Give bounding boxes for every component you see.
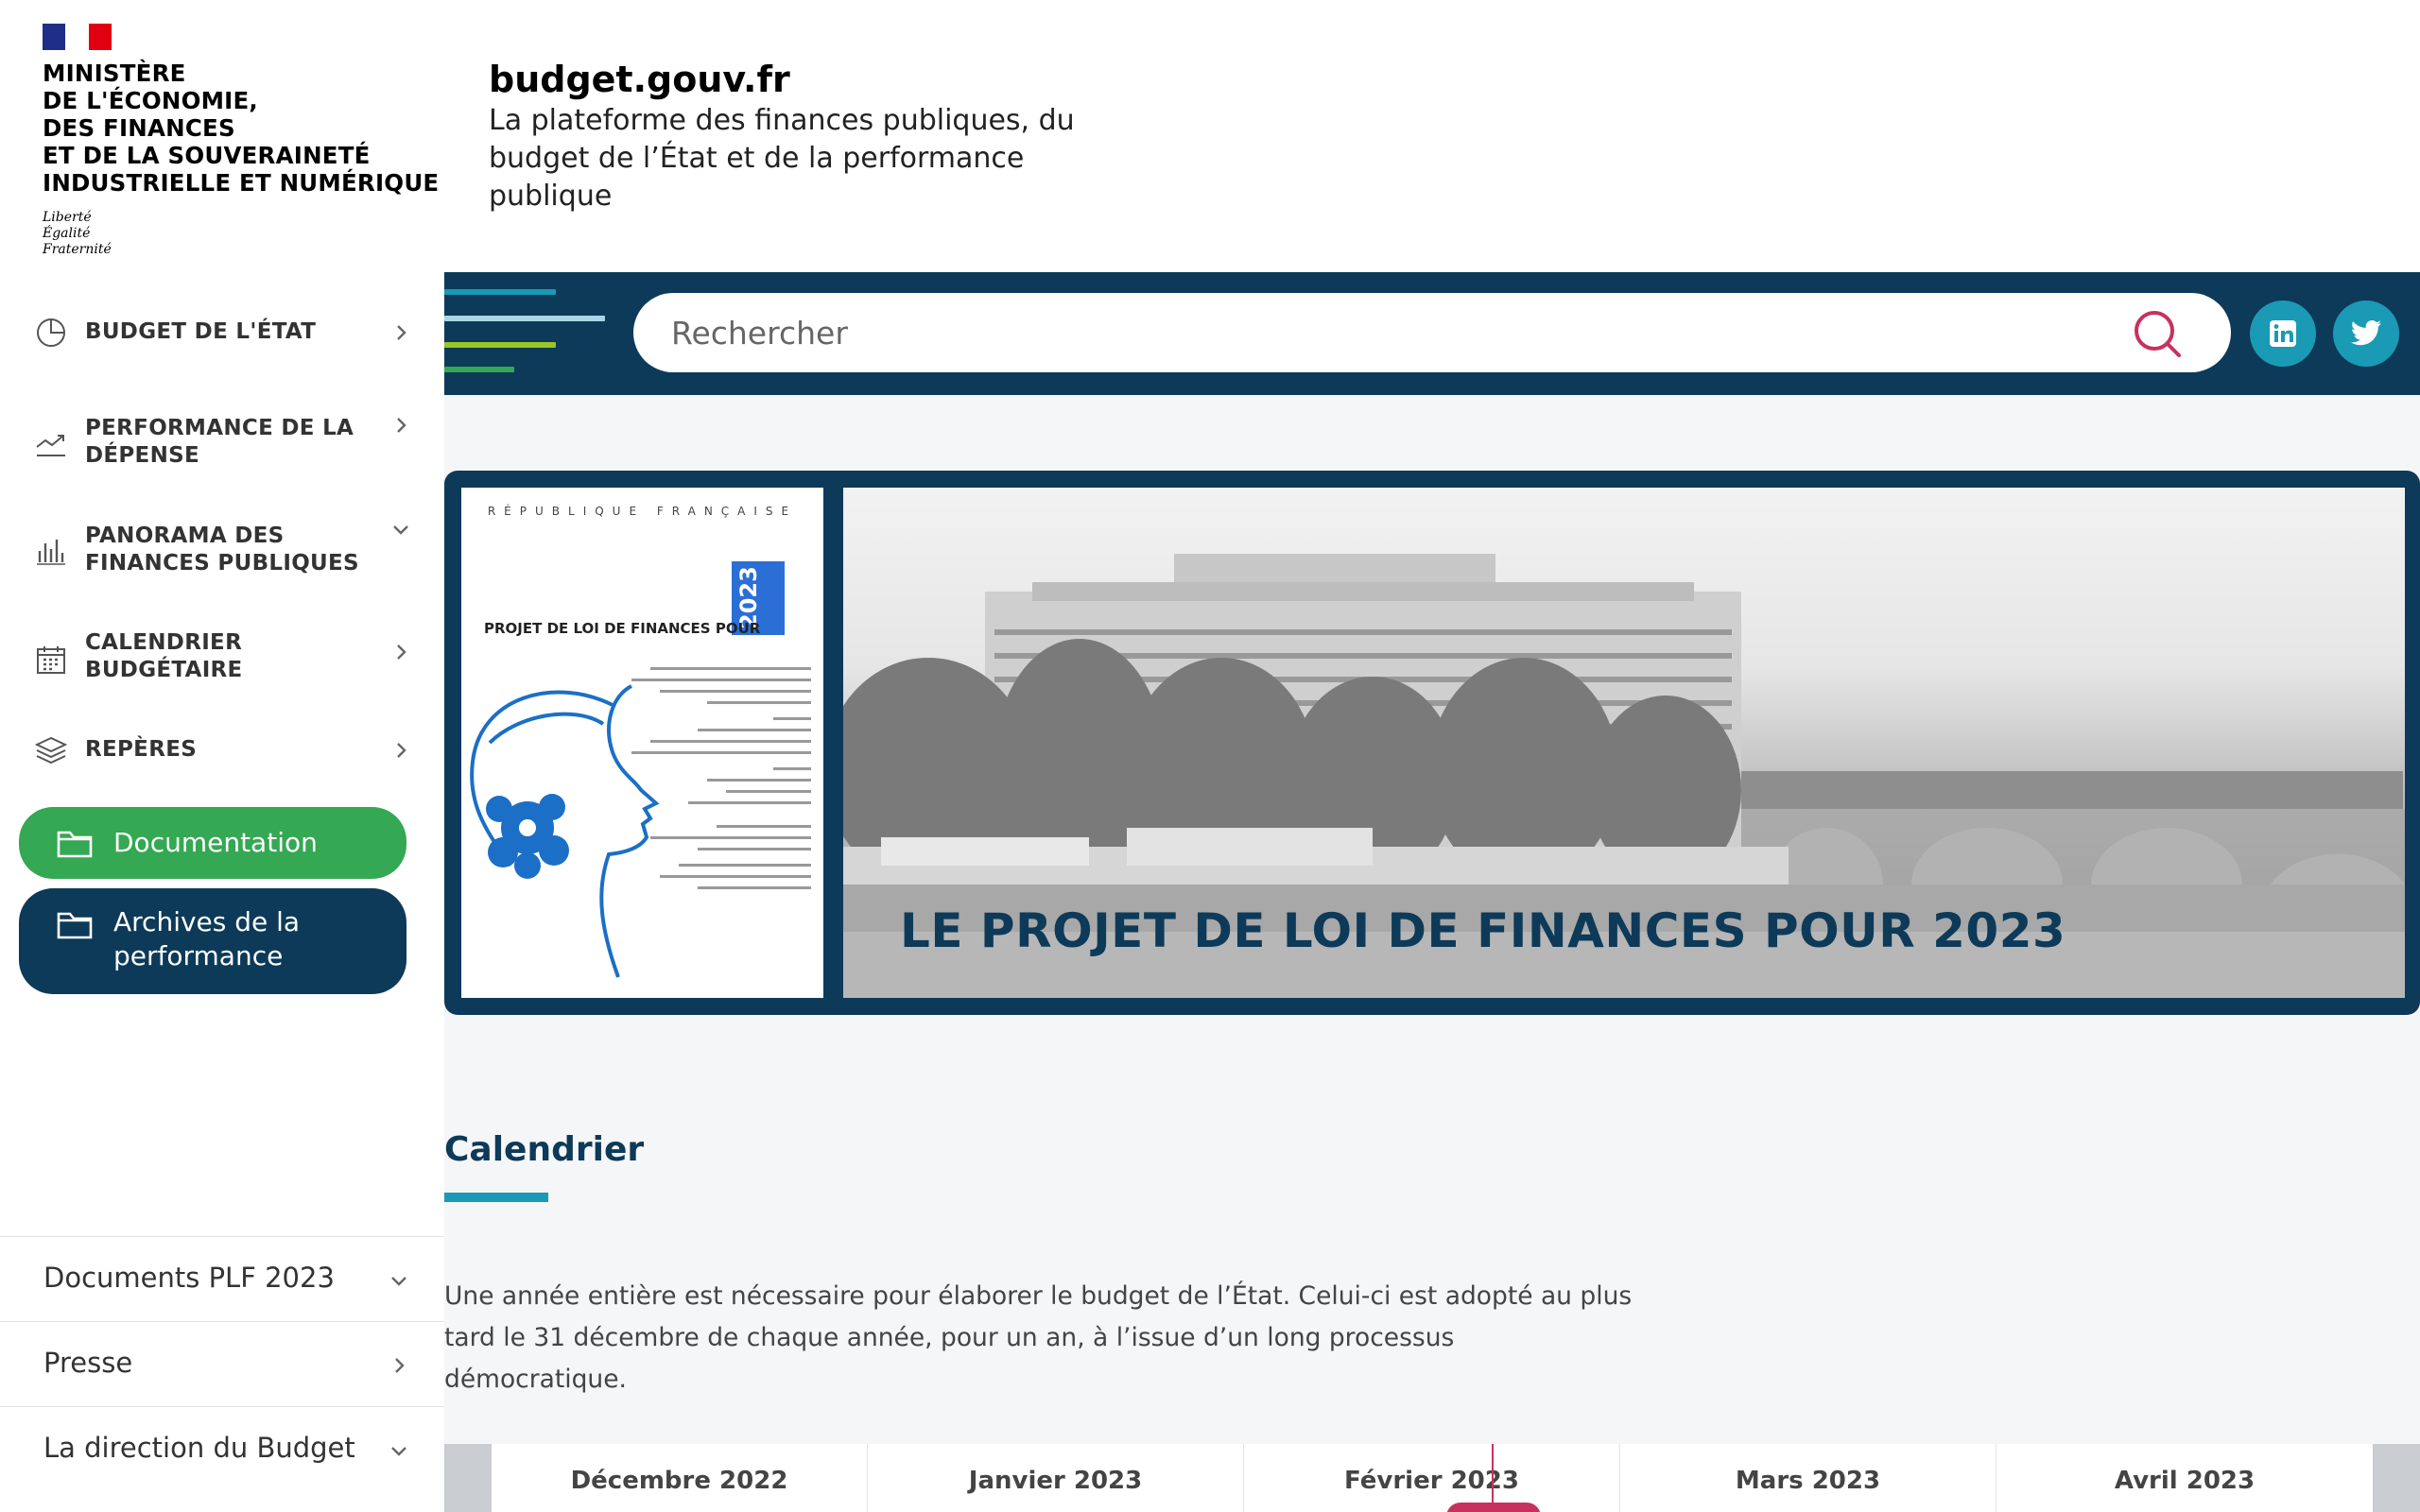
timeline-prev-button[interactable]	[444, 1444, 492, 1512]
sidebar-item-label: Documents PLF 2023	[43, 1262, 335, 1294]
chevron-down-icon	[388, 1269, 410, 1292]
sidebar-item-label: BUDGET DE L'ÉTAT	[85, 319, 317, 344]
marianne-profile-icon	[470, 684, 660, 978]
decorative-lines	[444, 289, 605, 374]
sidebar-item-performance[interactable]: PERFORMANCE DE LA DÉPENSE	[0, 404, 444, 480]
site-header: MINISTÈRE DE L'ÉCONOMIE, DES FINANCES ET…	[0, 0, 2420, 272]
sidebar-item-label: PANORAMA DES FINANCES PUBLIQUES	[85, 524, 359, 576]
plf-document-cover: RÉPUBLIQUE FRANÇAISE 2023 PROJET DE LOI …	[461, 488, 823, 998]
ministry-name-line: ET DE LA SOUVERAINETÉ	[43, 142, 371, 169]
sidebar-item-budget-etat[interactable]: BUDGET DE L'ÉTAT	[0, 306, 444, 359]
timeline-month[interactable]: Janvier 2023	[868, 1444, 1244, 1512]
ministry-name-line: MINISTÈRE	[43, 60, 186, 87]
sidebar-item-presse[interactable]: Presse	[0, 1321, 444, 1406]
sidebar-item-panorama[interactable]: PANORAMA DES FINANCES PUBLIQUES	[0, 512, 444, 588]
motto-liberte: Liberté	[43, 210, 92, 225]
timeline-next-button[interactable]	[2373, 1444, 2420, 1512]
ministry-name-line: DE L'ÉCONOMIE,	[43, 87, 258, 114]
section-title-calendrier: Calendrier	[444, 1130, 645, 1169]
sidebar-item-label: CALENDRIER BUDGÉTAIRE	[85, 630, 243, 682]
hero-title: LE PROJET DE LOI DE FINANCES POUR 2023	[900, 903, 2066, 958]
sidebar-item-label: REPÈRES	[85, 737, 198, 762]
linkedin-icon[interactable]	[2250, 301, 2316, 367]
sidebar-item-documents-plf[interactable]: Documents PLF 2023	[0, 1236, 444, 1321]
french-flag-icon	[43, 24, 112, 50]
motto-egalite: Égalité	[43, 226, 91, 241]
search-icon[interactable]	[2132, 308, 2183, 359]
sidebar-item-reperes[interactable]: REPÈRES	[0, 724, 444, 777]
ministry-name-line: DES FINANCES	[43, 114, 235, 142]
calendar-timeline: Décembre 2022 Janvier 2023 Février 2023 …	[444, 1444, 2420, 1512]
section-title-underline	[444, 1193, 548, 1202]
pie-chart-icon	[34, 316, 68, 350]
chevron-right-icon	[389, 414, 412, 437]
bar-chart-icon	[34, 533, 68, 567]
chevron-right-icon	[388, 1354, 410, 1377]
calendar-icon	[34, 643, 68, 677]
sidebar-item-label: PERFORMANCE DE LA DÉPENSE	[85, 416, 354, 468]
folder-icon	[57, 909, 93, 939]
sidebar-item-label: Presse	[43, 1347, 133, 1379]
chevron-right-icon	[389, 641, 412, 663]
timeline-month[interactable]: Mars 2023	[1620, 1444, 1996, 1512]
folder-icon	[57, 828, 93, 858]
timeline-month[interactable]: Décembre 2022	[492, 1444, 868, 1512]
ministry-logo[interactable]: MINISTÈRE DE L'ÉCONOMIE, DES FINANCES ET…	[43, 24, 449, 258]
bercy-building-photo: LE PROJET DE LOI DE FINANCES POUR 2023	[843, 488, 2405, 998]
documentation-label: Documentation	[113, 827, 318, 858]
doc-header: RÉPUBLIQUE FRANÇAISE	[487, 505, 798, 518]
sidebar-item-label: La direction du Budget	[43, 1432, 355, 1464]
layers-icon	[34, 733, 68, 767]
timeline-month[interactable]: Avril 2023	[1996, 1444, 2373, 1512]
archives-performance-label: Archives de la performance	[113, 906, 301, 971]
documentation-button[interactable]: Documentation	[19, 807, 406, 879]
ministry-name-line: INDUSTRIELLE ET NUMÉRIQUE	[43, 169, 440, 197]
motto-fraternite: Fraternité	[43, 242, 112, 257]
calendar-description: Une année entière est nécessaire pour él…	[444, 1281, 1633, 1394]
timeline-month[interactable]: Février 2023	[1244, 1444, 1620, 1512]
search-bar	[633, 293, 2231, 372]
archives-performance-button[interactable]: Archives de la performance	[19, 888, 406, 994]
chevron-right-icon	[389, 739, 412, 762]
republic-motto: Liberté Égalité Fraternité	[43, 210, 449, 258]
site-title[interactable]: budget.gouv.fr	[489, 59, 790, 100]
search-input[interactable]	[671, 306, 2089, 359]
twitter-icon[interactable]	[2333, 301, 2399, 367]
doc-title: PROJET DE LOI DE FINANCES POUR	[484, 620, 761, 637]
timeline-current-dot	[1446, 1503, 1541, 1512]
trend-up-icon	[34, 425, 68, 459]
sidebar-item-direction-budget[interactable]: La direction du Budget	[0, 1406, 444, 1491]
site-tagline: La plateforme des finances publiques, du…	[489, 104, 1075, 213]
chevron-down-icon	[388, 1439, 410, 1462]
chevron-right-icon	[389, 321, 412, 344]
chevron-down-icon	[389, 518, 412, 541]
sidebar-item-calendrier[interactable]: CALENDRIER BUDGÉTAIRE	[0, 620, 444, 696]
